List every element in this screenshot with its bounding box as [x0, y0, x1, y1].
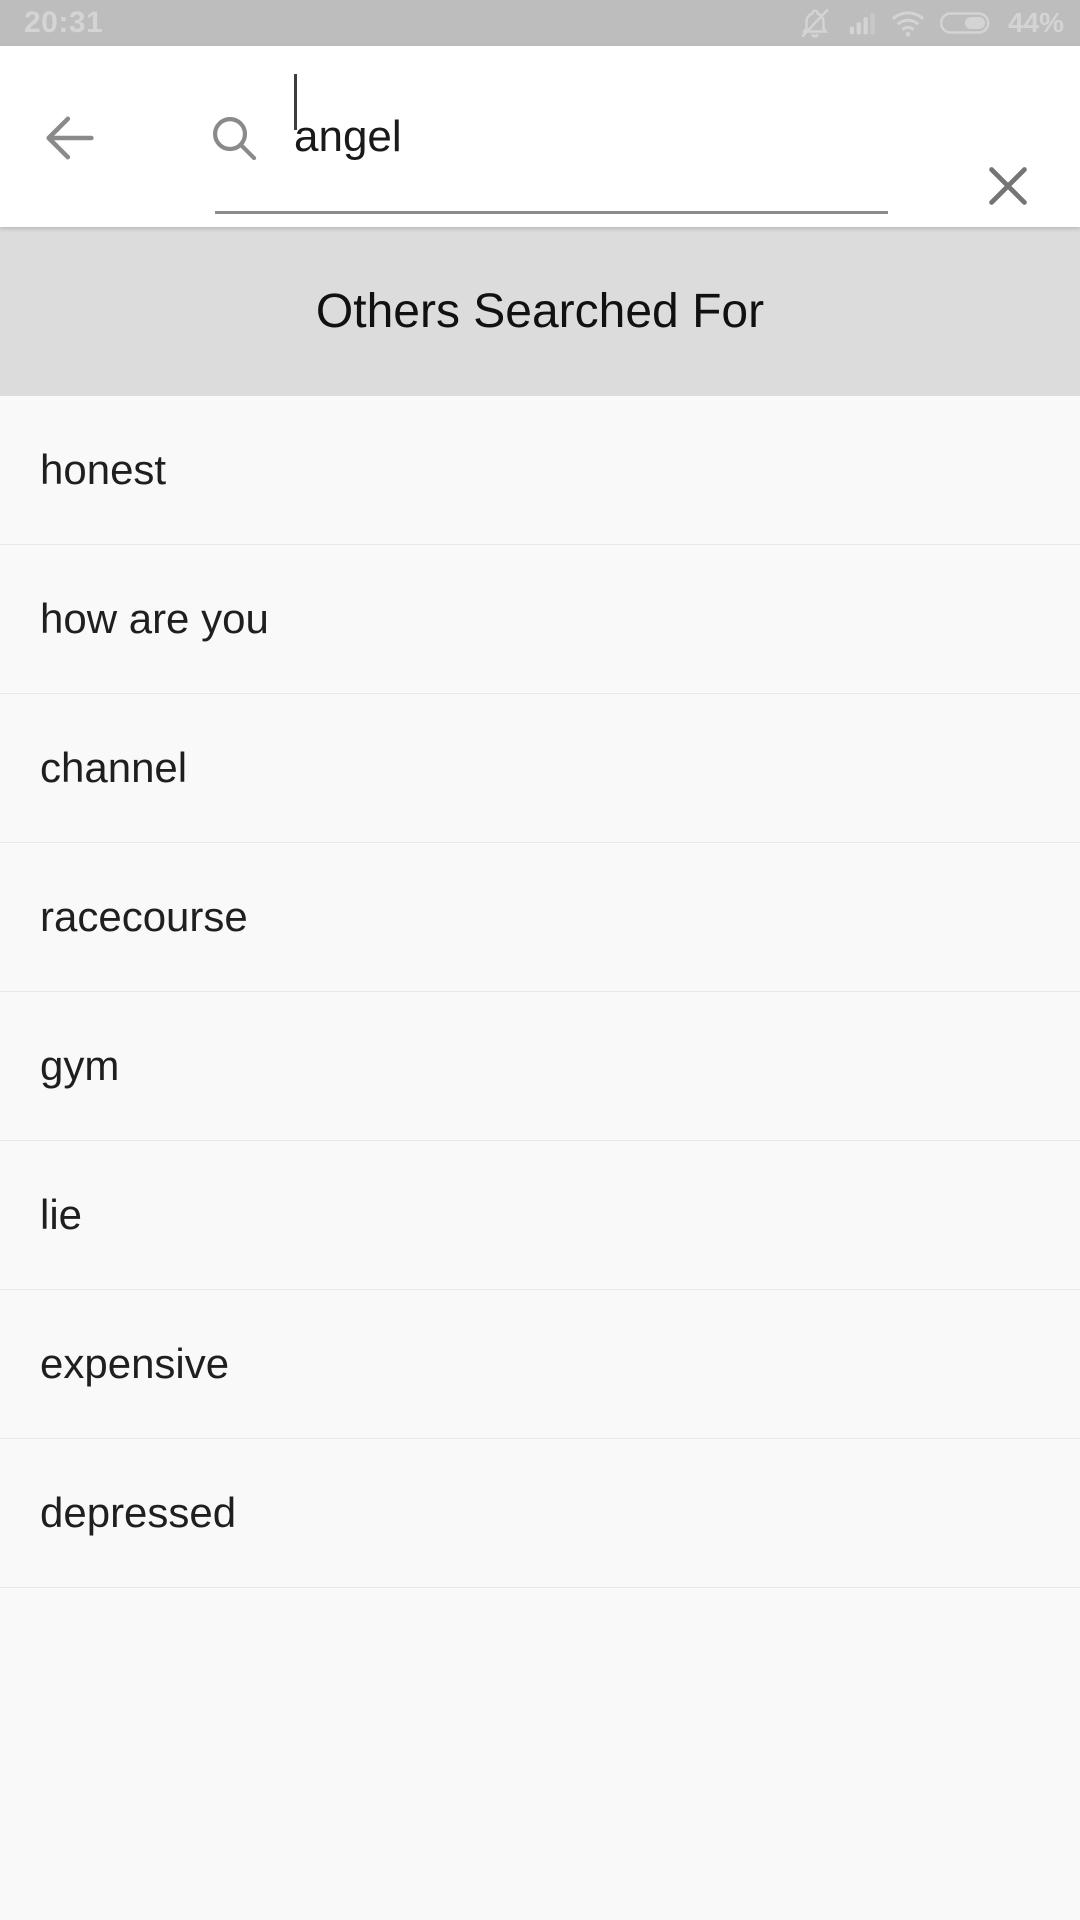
list-item-label: depressed — [40, 1489, 237, 1536]
list-item-label: how are you — [40, 595, 269, 642]
list-item-label: expensive — [40, 1340, 230, 1387]
status-bar-icons: 44% — [798, 5, 1064, 41]
list-item[interactable]: channel — [0, 694, 1080, 843]
list-item[interactable]: depressed — [0, 1439, 1080, 1588]
list-item-label: racecourse — [40, 893, 248, 940]
list-item-label: honest — [40, 446, 167, 493]
section-header-title: Others Searched For — [315, 284, 765, 338]
text-cursor — [294, 74, 297, 130]
clear-search-button[interactable] — [966, 146, 1050, 230]
back-arrow-icon — [38, 106, 102, 175]
list-item[interactable]: expensive — [0, 1290, 1080, 1439]
signal-bars-icon — [846, 8, 876, 38]
close-icon — [979, 157, 1037, 220]
section-header: Others Searched For — [0, 227, 1080, 396]
status-bar-clock: 20:31 — [24, 6, 104, 39]
list-item[interactable] — [0, 1588, 1080, 1737]
list-item[interactable]: racecourse — [0, 843, 1080, 992]
suggestion-list: honest how are you channel racecourse gy… — [0, 396, 1080, 1737]
battery-percent-label: 44% — [1007, 7, 1064, 38]
list-item-label: lie — [40, 1191, 83, 1238]
list-item[interactable]: honest — [0, 396, 1080, 545]
list-item-label: gym — [40, 1042, 120, 1089]
wifi-icon — [890, 5, 926, 41]
list-item[interactable]: how are you — [0, 545, 1080, 694]
back-button[interactable] — [28, 98, 112, 182]
search-field-underline — [215, 211, 888, 214]
search-toolbar: angel — [0, 46, 1080, 227]
search-input[interactable]: angel — [294, 46, 402, 227]
bell-muted-icon — [798, 6, 832, 40]
search-icon — [198, 102, 270, 174]
status-bar: 20:31 44% — [0, 0, 1080, 46]
list-item[interactable]: lie — [0, 1141, 1080, 1290]
battery-icon — [939, 8, 992, 38]
search-input-value: angel — [294, 111, 402, 161]
list-item[interactable]: gym — [0, 992, 1080, 1141]
list-item-label: channel — [40, 744, 188, 791]
